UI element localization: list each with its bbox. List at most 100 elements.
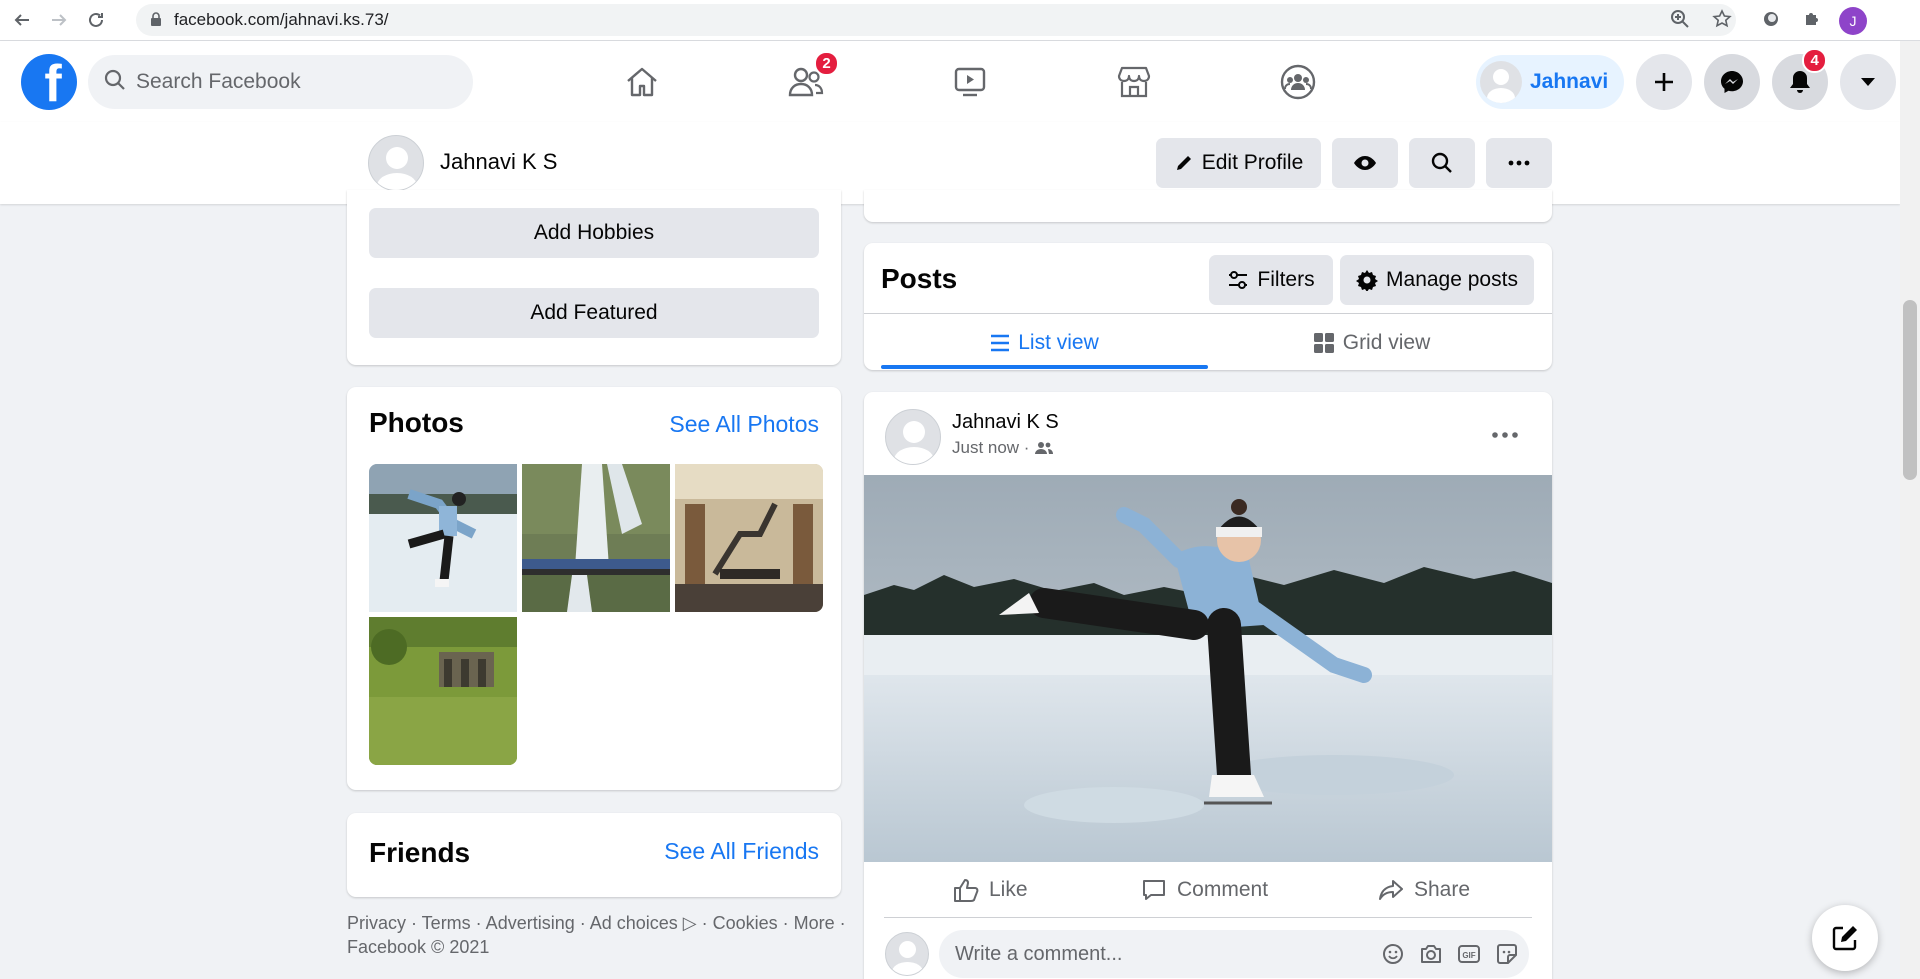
profile-more-button[interactable] bbox=[1486, 138, 1552, 188]
post-author-name[interactable]: Jahnavi K S bbox=[952, 411, 1059, 434]
sticker-icon[interactable] bbox=[1495, 942, 1519, 966]
address-bar[interactable]: facebook.com/jahnavi.ks.73/ bbox=[136, 4, 1736, 36]
search-input[interactable] bbox=[136, 70, 436, 94]
bell-icon bbox=[1790, 71, 1811, 93]
star-icon[interactable] bbox=[1712, 9, 1732, 34]
friends-title: Friends bbox=[369, 837, 471, 868]
facebook-logo[interactable]: f bbox=[21, 54, 77, 110]
like-icon bbox=[954, 879, 979, 902]
add-hobbies-button[interactable]: Add Hobbies bbox=[369, 208, 819, 258]
nav-marketplace[interactable] bbox=[1052, 41, 1216, 122]
manage-posts-button[interactable]: Manage posts bbox=[1340, 255, 1534, 305]
search-bar[interactable] bbox=[88, 55, 473, 109]
divider bbox=[864, 313, 1552, 314]
comment-input[interactable] bbox=[955, 942, 1355, 966]
profile-name[interactable]: Jahnavi K S bbox=[440, 149, 557, 175]
intro-card: Add Hobbies Add Featured bbox=[347, 190, 841, 365]
photos-title: Photos bbox=[369, 407, 464, 438]
view-as-button[interactable] bbox=[1332, 138, 1398, 188]
photo-thumbnail[interactable] bbox=[369, 617, 517, 765]
like-label: Like bbox=[989, 878, 1028, 901]
photo-thumbnail[interactable] bbox=[675, 464, 823, 612]
friends-badge: 2 bbox=[814, 51, 839, 76]
extension-circle-icon[interactable] bbox=[1762, 10, 1780, 33]
forward-button[interactable] bbox=[44, 5, 74, 35]
share-button[interactable]: Share bbox=[1378, 866, 1470, 914]
photo-thumbnail[interactable] bbox=[522, 464, 670, 612]
profile-avatar[interactable] bbox=[368, 135, 424, 191]
like-button[interactable]: Like bbox=[953, 866, 1028, 914]
posts-title: Posts bbox=[881, 263, 958, 294]
divider bbox=[884, 917, 1532, 918]
share-label: Share bbox=[1414, 878, 1471, 901]
post-options-button[interactable] bbox=[1485, 420, 1525, 450]
post-meta: Just now · bbox=[952, 438, 1054, 458]
reload-button[interactable] bbox=[81, 5, 111, 35]
friends-card: Friends See All Friends bbox=[347, 813, 841, 897]
active-tab-indicator bbox=[881, 365, 1208, 369]
url-text: facebook.com/jahnavi.ks.73/ bbox=[174, 10, 389, 29]
commenter-avatar[interactable] bbox=[885, 932, 929, 976]
puzzle-icon[interactable] bbox=[1802, 9, 1822, 34]
friends-audience-icon bbox=[1035, 442, 1054, 454]
nav-friends[interactable]: 2 bbox=[724, 41, 888, 122]
nav-home[interactable] bbox=[560, 41, 724, 122]
see-all-photos-link[interactable]: See All Photos bbox=[669, 411, 819, 438]
messenger-button[interactable] bbox=[1704, 54, 1761, 110]
new-message-button[interactable] bbox=[1812, 905, 1878, 971]
create-button[interactable] bbox=[1636, 54, 1693, 110]
list-view-label: List view bbox=[1018, 331, 1099, 354]
zoom-icon[interactable] bbox=[1670, 9, 1690, 34]
nav-groups[interactable] bbox=[1216, 41, 1380, 122]
search-icon bbox=[104, 69, 126, 96]
grid-icon bbox=[1313, 333, 1334, 353]
main-nav: 2 bbox=[560, 41, 1380, 122]
watch-icon bbox=[954, 67, 986, 96]
list-icon bbox=[991, 334, 1010, 352]
browser-profile-avatar[interactable]: J bbox=[1839, 7, 1867, 35]
svg-text:GIF: GIF bbox=[1462, 951, 1475, 960]
pencil-icon bbox=[1176, 156, 1191, 170]
footer: Privacy · Terms · Advertising · Ad choic… bbox=[347, 911, 847, 959]
comment-tools: GIF bbox=[1381, 942, 1519, 966]
grid-view-label: Grid view bbox=[1342, 331, 1431, 354]
post-author-avatar[interactable] bbox=[885, 409, 941, 465]
profile-shortcut-name: Jahnavi bbox=[1530, 70, 1609, 93]
search-icon bbox=[1431, 152, 1452, 173]
see-all-friends-link[interactable]: See All Friends bbox=[664, 838, 819, 865]
nav-watch[interactable] bbox=[888, 41, 1052, 122]
filters-label: Filters bbox=[1257, 268, 1315, 291]
post-timestamp[interactable]: Just now · bbox=[952, 438, 1029, 458]
browser-toolbar: facebook.com/jahnavi.ks.73/ J bbox=[0, 0, 1920, 41]
comment-button[interactable]: Comment bbox=[1141, 866, 1268, 914]
edit-profile-label: Edit Profile bbox=[1201, 151, 1304, 174]
back-button[interactable] bbox=[7, 5, 37, 35]
photo-thumbnail[interactable] bbox=[369, 464, 517, 612]
more-icon bbox=[1492, 432, 1518, 438]
page-scrollbar[interactable] bbox=[1900, 41, 1920, 979]
tab-list-view[interactable]: List view bbox=[881, 316, 1208, 370]
gif-icon[interactable]: GIF bbox=[1457, 942, 1481, 966]
emoji-icon[interactable] bbox=[1381, 942, 1405, 966]
scrollbar-thumb[interactable] bbox=[1903, 300, 1917, 480]
post-photo[interactable] bbox=[864, 475, 1552, 862]
lock-icon bbox=[150, 11, 162, 29]
comment-composer[interactable]: GIF bbox=[939, 930, 1529, 978]
edit-profile-button[interactable]: Edit Profile bbox=[1156, 138, 1321, 188]
avatar bbox=[1480, 61, 1522, 103]
add-featured-button[interactable]: Add Featured bbox=[369, 288, 819, 338]
comment-icon bbox=[1143, 880, 1165, 900]
photos-card: Photos See All Photos bbox=[347, 387, 841, 790]
filters-icon bbox=[1229, 271, 1248, 289]
compose-icon bbox=[1832, 926, 1857, 951]
notifications-button[interactable]: 4 bbox=[1772, 48, 1829, 110]
profile-shortcut[interactable]: Jahnavi bbox=[1476, 55, 1625, 109]
profile-search-button[interactable] bbox=[1409, 138, 1475, 188]
filters-button[interactable]: Filters bbox=[1209, 255, 1333, 305]
camera-icon[interactable] bbox=[1419, 942, 1443, 966]
account-menu-button[interactable] bbox=[1840, 54, 1897, 110]
account-nav: Jahnavi 4 bbox=[1476, 48, 1897, 110]
tab-grid-view[interactable]: Grid view bbox=[1208, 316, 1535, 370]
footer-links[interactable]: Privacy · Terms · Advertising · Ad choic… bbox=[347, 911, 847, 935]
marketplace-icon bbox=[1117, 66, 1151, 97]
